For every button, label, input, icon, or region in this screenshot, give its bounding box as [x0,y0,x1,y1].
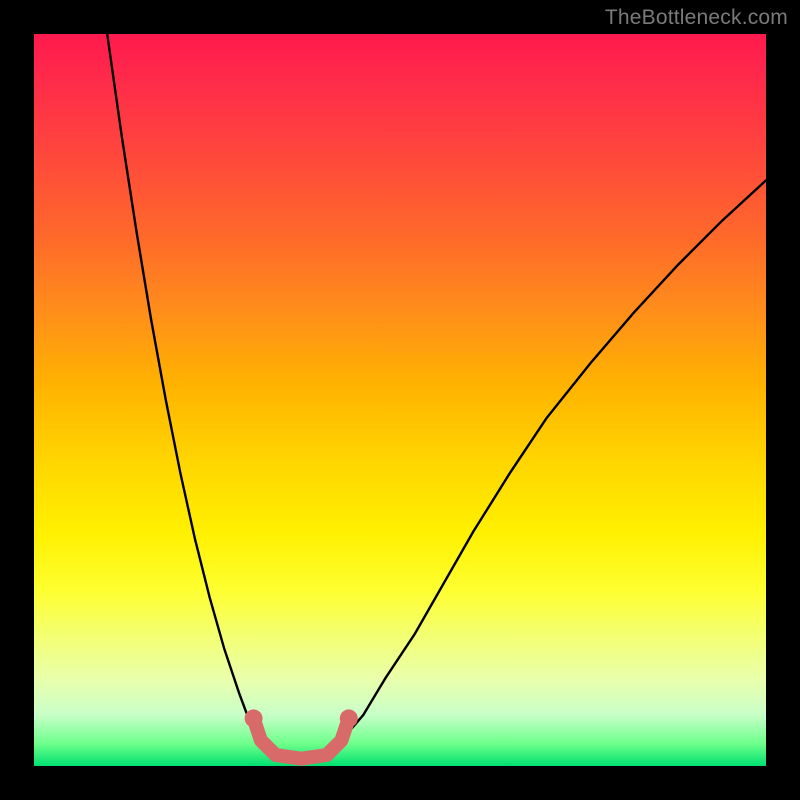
right-curve-path [327,180,766,755]
valley-marker-path [254,718,349,758]
plot-area [34,34,766,766]
watermark-text: TheBottleneck.com [605,6,788,30]
chart-frame: TheBottleneck.com [0,0,800,800]
left-curve-path [107,34,275,755]
valley-marker-dot [245,709,263,727]
chart-svg [34,34,766,766]
valley-marker-dot [340,709,358,727]
